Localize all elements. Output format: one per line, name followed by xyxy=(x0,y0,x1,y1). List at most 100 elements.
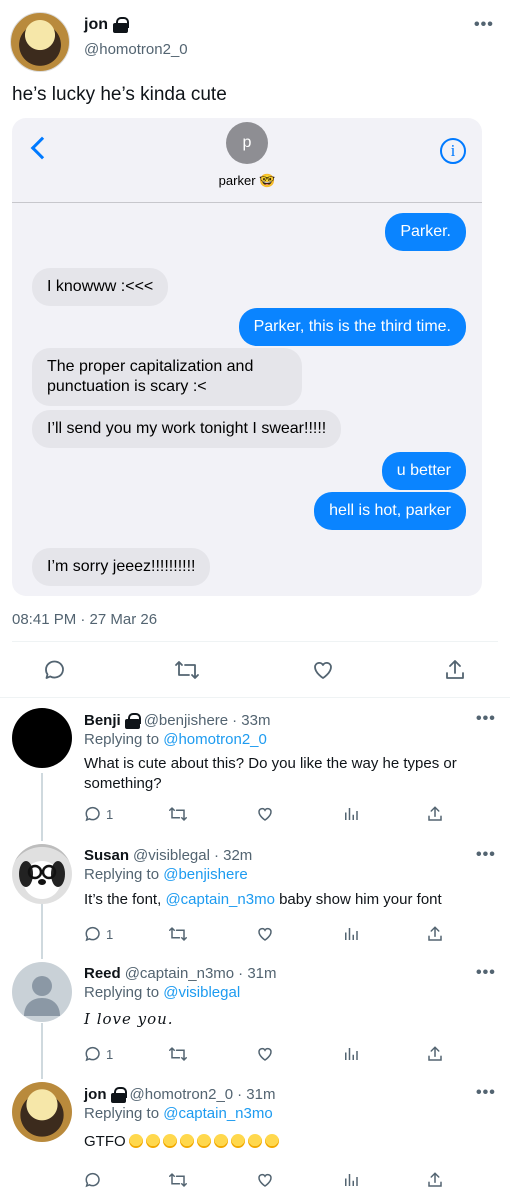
share-icon[interactable] xyxy=(440,655,470,685)
handle[interactable]: @visiblegal xyxy=(133,847,210,864)
reply-icon xyxy=(85,926,100,942)
analytics-icon[interactable] xyxy=(342,1169,360,1191)
like-icon[interactable] xyxy=(256,1043,274,1065)
like-icon[interactable] xyxy=(256,923,274,945)
reply-button[interactable]: 1 xyxy=(84,1043,113,1065)
message-bubble: I knowww :<<< xyxy=(32,268,169,306)
laughing-emoji-icon xyxy=(162,1134,177,1148)
handle[interactable]: @captain_n3mo xyxy=(125,965,234,982)
time: · 31m xyxy=(238,965,277,982)
analytics-icon[interactable] xyxy=(342,803,360,825)
divider xyxy=(12,202,482,203)
avatar[interactable] xyxy=(12,708,72,768)
laughing-emoji-icon xyxy=(196,1134,211,1148)
laughing-emoji-icon xyxy=(230,1134,245,1148)
replying-to: Replying to @visiblegal xyxy=(84,984,240,1001)
avatar[interactable] xyxy=(12,844,72,904)
laughing-emoji-icon xyxy=(179,1134,194,1148)
mention-link[interactable]: @visiblegal xyxy=(163,984,240,1001)
share-icon[interactable] xyxy=(426,923,444,945)
reply-tweet[interactable]: Reed @captain_n3mo · 31m ••• Replying to… xyxy=(0,958,510,1076)
reply-icon[interactable] xyxy=(40,655,70,685)
reply-actions: 1 xyxy=(84,1043,494,1065)
contact-name: parker 🤓 xyxy=(218,173,276,188)
like-icon[interactable] xyxy=(308,655,338,685)
reply-text: What is cute about this? Do you like the… xyxy=(84,755,457,792)
replying-label: Replying to xyxy=(84,984,160,1001)
analytics-icon[interactable] xyxy=(342,1043,360,1065)
handle[interactable]: @benjishere xyxy=(144,712,228,729)
replying-to: Replying to @captain_n3mo xyxy=(84,1105,273,1122)
reply-tweet[interactable]: Susan @visiblegal · 32m ••• Replying to … xyxy=(0,838,510,958)
avatar[interactable] xyxy=(10,12,70,72)
reply-text: GTFO xyxy=(84,1132,494,1152)
replying-to: Replying to @homotron2_0 xyxy=(84,731,267,748)
display-name[interactable]: jon xyxy=(84,16,129,34)
tweet-timestamp[interactable]: 08:41 PM · 27 Mar 26 xyxy=(12,611,157,628)
avatar[interactable] xyxy=(12,962,72,1022)
mention-link[interactable]: @benjishere xyxy=(163,866,247,883)
mention-link[interactable]: @homotron2_0 xyxy=(163,731,267,748)
like-icon[interactable] xyxy=(256,1169,274,1191)
display-name-text: jon xyxy=(84,16,108,33)
reply-actions: 1 xyxy=(84,923,494,945)
lock-icon xyxy=(124,712,141,729)
handle[interactable]: @homotron2_0 xyxy=(130,1086,234,1103)
more-options-icon[interactable]: ••• xyxy=(476,846,496,864)
avatar[interactable] xyxy=(12,1082,72,1142)
display-name[interactable]: Benji xyxy=(84,712,121,729)
mention-link[interactable]: @captain_n3mo xyxy=(163,1105,272,1122)
time: · 32m xyxy=(213,847,253,864)
emoji-row xyxy=(126,1133,279,1150)
avatar-dog-icon xyxy=(19,861,65,887)
time: · 31m xyxy=(237,1086,276,1103)
more-options-icon[interactable]: ••• xyxy=(476,964,496,982)
reply-count: 1 xyxy=(106,1046,114,1062)
retweet-icon[interactable] xyxy=(168,803,188,825)
laughing-emoji-icon xyxy=(264,1134,279,1148)
reply-actions xyxy=(84,1169,494,1191)
reply-icon xyxy=(85,806,100,822)
message-bubble: hell is hot, parker xyxy=(314,492,466,530)
main-tweet: jon @homotron2_0 ••• he’s lucky he’s kin… xyxy=(0,0,510,700)
reply-header: Benji @benjishere · 33m xyxy=(84,712,270,729)
analytics-icon[interactable] xyxy=(342,923,360,945)
laughing-emoji-icon xyxy=(128,1134,143,1148)
default-avatar-icon xyxy=(24,976,60,1016)
more-options-icon[interactable]: ••• xyxy=(476,1084,496,1102)
attached-image[interactable]: p parker 🤓 i Parker. I knowww :<<< Parke… xyxy=(12,118,482,596)
share-icon[interactable] xyxy=(426,1043,444,1065)
display-name[interactable]: jon xyxy=(84,1086,107,1103)
retweet-icon[interactable] xyxy=(168,1043,188,1065)
lock-icon xyxy=(113,17,129,33)
retweet-icon[interactable] xyxy=(168,923,188,945)
message-bubble: I’m sorry jeeez!!!!!!!!!! xyxy=(32,548,211,586)
share-icon[interactable] xyxy=(426,803,444,825)
reply-icon[interactable] xyxy=(84,1169,102,1191)
display-name[interactable]: Susan xyxy=(84,847,129,864)
reply-button[interactable]: 1 xyxy=(84,923,113,945)
display-name[interactable]: Reed xyxy=(84,965,121,982)
like-icon[interactable] xyxy=(256,803,274,825)
laughing-emoji-icon xyxy=(247,1134,262,1148)
share-icon[interactable] xyxy=(426,1169,444,1191)
replying-label: Replying to xyxy=(84,866,160,883)
reply-tweet[interactable]: jon @homotron2_0 · 31m ••• Replying to @… xyxy=(0,1078,510,1200)
retweet-icon[interactable] xyxy=(168,1169,188,1191)
more-options-icon[interactable]: ••• xyxy=(476,710,496,728)
mention-link[interactable]: @captain_n3mo xyxy=(165,891,274,908)
reply-tweet[interactable]: Benji @benjishere · 33m ••• Replying to … xyxy=(0,700,510,835)
replying-label: Replying to xyxy=(84,1105,160,1122)
handle[interactable]: @homotron2_0 xyxy=(84,41,188,58)
more-options-icon[interactable]: ••• xyxy=(474,16,494,34)
reply-button[interactable]: 1 xyxy=(84,803,113,825)
reply-header: Reed @captain_n3mo · 31m xyxy=(84,965,277,982)
replying-to: Replying to @benjishere xyxy=(84,866,248,883)
divider xyxy=(0,697,510,698)
message-bubble: u better xyxy=(381,452,466,490)
reply-icon xyxy=(85,1046,100,1062)
reply-text-part: It’s the font, xyxy=(84,891,166,908)
divider xyxy=(12,641,498,642)
retweet-icon[interactable] xyxy=(172,655,202,685)
laughing-emoji-icon xyxy=(145,1134,160,1148)
